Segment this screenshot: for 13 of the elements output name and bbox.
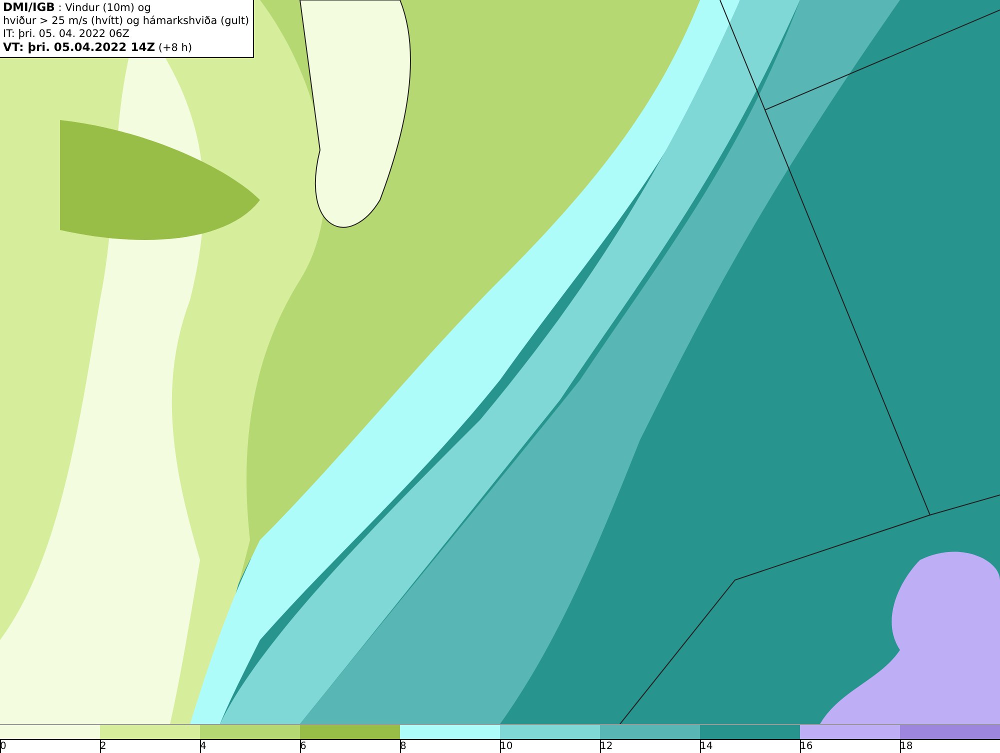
title-line: hviður > 25 m/s (hvítt) og hámarkshviða (gult): [3, 15, 250, 28]
legend-tick-label: 10: [500, 741, 513, 752]
legend-tick-label: 18: [900, 741, 913, 752]
legend-tick-label: 4: [200, 741, 206, 752]
legend-tick-label: 14: [700, 741, 713, 752]
legend-tick-label: 2: [100, 741, 106, 752]
legend-tick-label: 12: [600, 741, 613, 752]
title-line: DMI/IGB : Vindur (10m) og: [3, 1, 152, 15]
legend-tick-label: 6: [300, 741, 306, 752]
legend-tick-label: 8: [400, 741, 406, 752]
title-line: VT: þri. 05.04.2022 14Z (+8 h): [3, 41, 194, 55]
title-line: IT: þri. 05. 04. 2022 06Z: [3, 28, 130, 41]
legend-tick-label: 16: [800, 741, 813, 752]
